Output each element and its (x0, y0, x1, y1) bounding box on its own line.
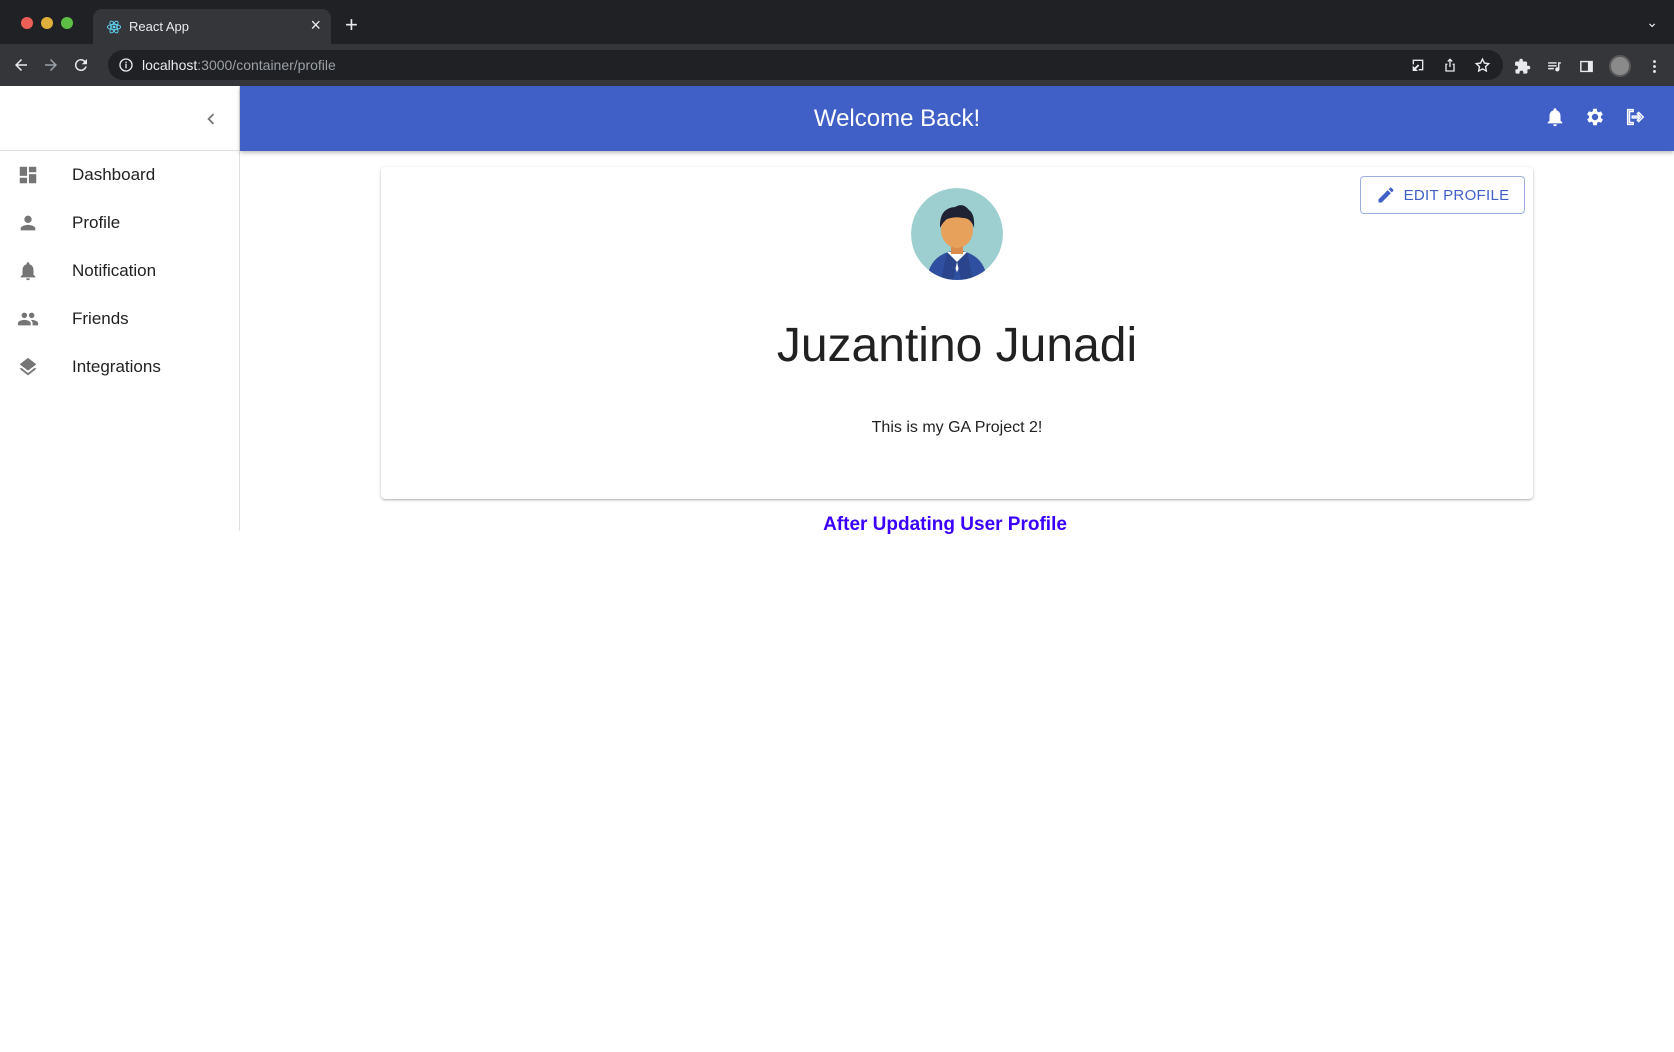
address-bar[interactable]: localhost:3000/container/profile (108, 50, 1503, 80)
chevron-left-icon[interactable] (200, 108, 222, 130)
caption-text: After Updating User Profile (823, 514, 1067, 535)
gear-icon[interactable] (1584, 106, 1606, 128)
bell-icon[interactable] (1544, 106, 1566, 128)
share-icon[interactable] (1441, 56, 1459, 74)
tab-close-icon[interactable]: × (310, 16, 321, 34)
sidebar-item-notification[interactable]: Notification (0, 247, 239, 295)
sidebar-item-label: Friends (72, 309, 129, 328)
avatar (911, 188, 1003, 280)
browser-tab[interactable]: React App × (93, 9, 331, 44)
page-content: Dashboard Profile Notification Friends I… (0, 86, 1674, 1052)
install-app-icon[interactable] (1409, 56, 1427, 74)
more-menu-icon[interactable] (1645, 57, 1663, 75)
close-window-button[interactable] (21, 17, 33, 29)
layers-icon (17, 356, 39, 378)
bell-icon (17, 260, 39, 282)
edit-profile-label: EDIT PROFILE (1403, 186, 1510, 204)
tab-title: React App (129, 19, 189, 34)
bookmark-star-icon[interactable] (1473, 56, 1491, 74)
profile-bio: This is my GA Project 2! (871, 419, 1043, 436)
sidebar-item-profile[interactable]: Profile (0, 199, 239, 247)
sidebar-item-integrations[interactable]: Integrations (0, 343, 239, 391)
sidebar-item-label: Profile (72, 213, 121, 232)
forward-arrow-icon[interactable] (40, 54, 62, 76)
minimize-window-button[interactable] (41, 17, 53, 29)
sidebar-item-label: Notification (72, 261, 157, 280)
person-icon (17, 212, 39, 234)
tab-strip: React App × + ⌄ (0, 0, 1674, 44)
sidebar-header (0, 86, 239, 151)
app-header: Welcome Back! (240, 86, 1674, 151)
url-host: localhost (142, 57, 198, 73)
edit-profile-button[interactable]: EDIT PROFILE (1360, 176, 1525, 214)
sidebar-item-dashboard[interactable]: Dashboard (0, 151, 239, 199)
sidebar-nav: Dashboard Profile Notification Friends I… (0, 151, 239, 391)
sidebar-item-label: Integrations (72, 357, 161, 376)
maximize-window-button[interactable] (61, 17, 73, 29)
side-panel-icon[interactable] (1577, 57, 1595, 75)
reload-icon[interactable] (70, 54, 92, 76)
dashboard-icon (17, 164, 39, 186)
profile-card: EDIT PROFILE Juzantino Junadi This is my… (381, 167, 1533, 499)
page-title: Welcome Back! (813, 105, 981, 132)
profile-avatar-icon[interactable] (1609, 55, 1631, 77)
people-icon (17, 308, 39, 330)
sidebar: Dashboard Profile Notification Friends I… (0, 86, 240, 531)
new-tab-button[interactable]: + (345, 14, 358, 36)
browser-toolbar: localhost:3000/container/profile (0, 44, 1674, 86)
sidebar-item-label: Dashboard (72, 165, 156, 184)
extensions-icon[interactable] (1513, 57, 1531, 75)
logout-icon[interactable] (1624, 106, 1646, 128)
sidebar-item-friends[interactable]: Friends (0, 295, 239, 343)
pencil-icon (1378, 187, 1394, 203)
url-text: localhost:3000/container/profile (142, 57, 336, 73)
react-logo-icon (106, 20, 122, 34)
url-path: :3000/container/profile (197, 57, 336, 73)
back-arrow-icon[interactable] (10, 54, 32, 76)
browser-window: React App × + ⌄ localhost:3000/container… (0, 0, 1674, 1052)
profile-name: Juzantino Junadi (776, 319, 1138, 372)
site-info-icon[interactable] (118, 57, 134, 73)
tab-search-button[interactable]: ⌄ (1646, 14, 1658, 31)
media-queue-icon[interactable] (1545, 57, 1563, 75)
